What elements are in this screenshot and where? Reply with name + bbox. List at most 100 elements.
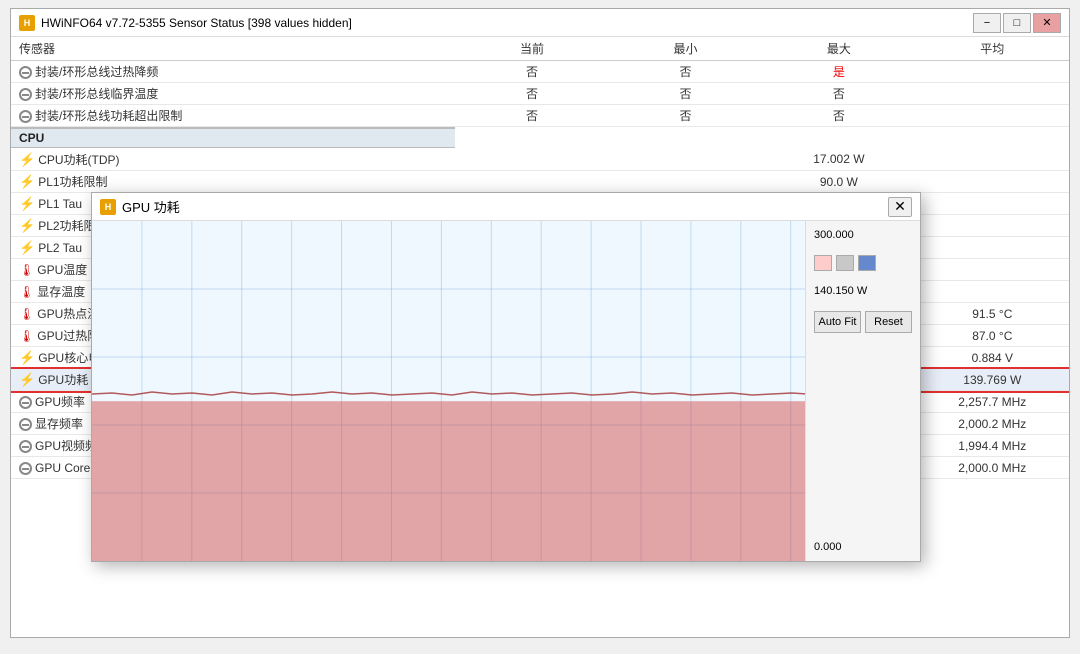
bolt-icon: ⚡ xyxy=(19,152,35,167)
window-title: HWiNFO64 v7.72-5355 Sensor Status [398 v… xyxy=(41,16,973,30)
swatch-blue[interactable] xyxy=(858,255,876,271)
minus-circle-icon xyxy=(19,418,32,431)
row-avg xyxy=(916,281,1069,303)
row-name: 显存温度 xyxy=(37,285,85,299)
popup-body: 300.000 140.150 W Auto Fit Reset 0.000 xyxy=(92,221,920,561)
row-avg: 139.769 W xyxy=(916,369,1069,391)
row-avg xyxy=(916,193,1069,215)
chart-min-label: 0.000 xyxy=(814,541,912,553)
chart-right-panel: 300.000 140.150 W Auto Fit Reset 0.000 xyxy=(805,221,920,561)
col-header-current: 当前 xyxy=(455,37,608,61)
bolt-icon: ⚡ xyxy=(19,240,35,255)
row-name: 显存频率 xyxy=(35,417,83,431)
minus-circle-icon xyxy=(19,440,32,453)
thermo-icon: 🌡 xyxy=(19,263,34,277)
row-avg xyxy=(916,105,1069,127)
table-row[interactable]: 封装/环形总线功耗超出限制否否否 xyxy=(11,105,1069,127)
col-header-sensor: 传感器 xyxy=(11,37,455,61)
minus-circle-icon xyxy=(19,88,32,101)
close-button[interactable]: ✕ xyxy=(1033,13,1061,33)
popup-title-bar: H GPU 功耗 ✕ xyxy=(92,193,920,221)
window-controls: − □ ✕ xyxy=(973,13,1061,33)
table-row[interactable]: 封装/环形总线临界温度否否否 xyxy=(11,83,1069,105)
row-current: 否 xyxy=(455,83,608,105)
app-icon: H xyxy=(19,15,35,31)
bolt-icon: ⚡ xyxy=(19,174,35,189)
popup-title: GPU 功耗 xyxy=(122,197,888,216)
row-avg xyxy=(916,259,1069,281)
title-bar: H HWiNFO64 v7.72-5355 Sensor Status [398… xyxy=(11,9,1069,37)
row-avg xyxy=(916,171,1069,193)
row-name: GPU频率 xyxy=(35,395,85,409)
col-header-avg: 平均 xyxy=(916,37,1069,61)
auto-fit-button[interactable]: Auto Fit xyxy=(814,311,861,333)
row-min: 否 xyxy=(609,105,762,127)
swatch-gray[interactable] xyxy=(836,255,854,271)
chart-svg xyxy=(92,221,805,561)
row-name: 封装/环形总线过热降频 xyxy=(35,65,158,79)
row-avg: 2,000.0 MHz xyxy=(916,457,1069,479)
thermo-icon: 🌡 xyxy=(19,285,34,299)
row-current xyxy=(455,171,608,193)
row-avg: 91.5 °C xyxy=(916,303,1069,325)
table-row[interactable]: 封装/环形总线过热降频 否否 是 xyxy=(11,61,1069,83)
row-avg xyxy=(916,61,1069,83)
restore-button[interactable]: □ xyxy=(1003,13,1031,33)
thermo-icon: 🌡 xyxy=(19,307,34,321)
row-current: 否 xyxy=(455,105,608,127)
table-row[interactable]: CPU xyxy=(11,127,1069,149)
row-avg: 1,994.4 MHz xyxy=(916,435,1069,457)
minus-circle-icon xyxy=(19,462,32,475)
thermo-icon: 🌡 xyxy=(19,329,34,343)
row-current xyxy=(455,149,608,171)
row-min xyxy=(609,171,762,193)
chart-buttons: Auto Fit Reset xyxy=(814,311,912,333)
minus-circle-icon xyxy=(19,110,32,123)
row-avg xyxy=(916,149,1069,171)
row-min xyxy=(609,149,762,171)
row-avg: 0.884 V xyxy=(916,347,1069,369)
row-avg: 2,257.7 MHz xyxy=(916,391,1069,413)
row-max: 否 xyxy=(762,105,915,127)
table-row[interactable]: ⚡CPU功耗(TDP) 17.002 W xyxy=(11,149,1069,171)
row-avg xyxy=(916,215,1069,237)
row-name: GPU功耗 xyxy=(38,373,88,387)
row-name: 封装/环形总线功耗超出限制 xyxy=(35,109,182,123)
minimize-button[interactable]: − xyxy=(973,13,1001,33)
bolt-icon: ⚡ xyxy=(19,196,35,211)
minus-circle-icon xyxy=(19,66,32,79)
col-header-min: 最小 xyxy=(609,37,762,61)
sensor-table-container: 传感器 当前 最小 最大 平均 封装/环形总线过热降频否否是封装/环形总线临界温… xyxy=(11,37,1069,637)
chart-max-label: 300.000 xyxy=(814,229,912,241)
row-max: 90.0 W xyxy=(762,171,915,193)
bolt-icon: ⚡ xyxy=(19,350,35,365)
table-row[interactable]: ⚡PL1功耗限制 90.0 W xyxy=(11,171,1069,193)
max-value-red: 是 xyxy=(833,65,845,79)
minus-circle-icon xyxy=(19,396,32,409)
row-avg xyxy=(916,83,1069,105)
row-name: 封装/环形总线临界温度 xyxy=(35,87,158,101)
row-avg: 2,000.2 MHz xyxy=(916,413,1069,435)
color-swatches xyxy=(814,255,912,271)
main-window: H HWiNFO64 v7.72-5355 Sensor Status [398… xyxy=(10,8,1070,638)
gpu-power-popup: H GPU 功耗 ✕ xyxy=(91,192,921,562)
reset-button[interactable]: Reset xyxy=(865,311,912,333)
row-name: CPU功耗(TDP) xyxy=(38,153,119,167)
row-max: 是 xyxy=(762,61,915,83)
row-name: PL1 Tau xyxy=(38,197,82,211)
row-name: PL1功耗限制 xyxy=(38,175,107,189)
row-min: 否 xyxy=(609,83,762,105)
row-max: 否 xyxy=(762,83,915,105)
row-min: 否 xyxy=(609,61,762,83)
chart-area xyxy=(92,221,805,561)
table-header-row: 传感器 当前 最小 最大 平均 xyxy=(11,37,1069,61)
row-avg: 87.0 °C xyxy=(916,325,1069,347)
row-current: 否 xyxy=(455,61,608,83)
bolt-icon: ⚡ xyxy=(19,218,35,233)
row-max: 17.002 W xyxy=(762,149,915,171)
popup-close-button[interactable]: ✕ xyxy=(888,197,912,217)
chart-current-value-label: 140.150 W xyxy=(814,285,912,297)
swatch-pink[interactable] xyxy=(814,255,832,271)
row-avg xyxy=(916,237,1069,259)
row-name: GPU温度 xyxy=(37,263,87,277)
